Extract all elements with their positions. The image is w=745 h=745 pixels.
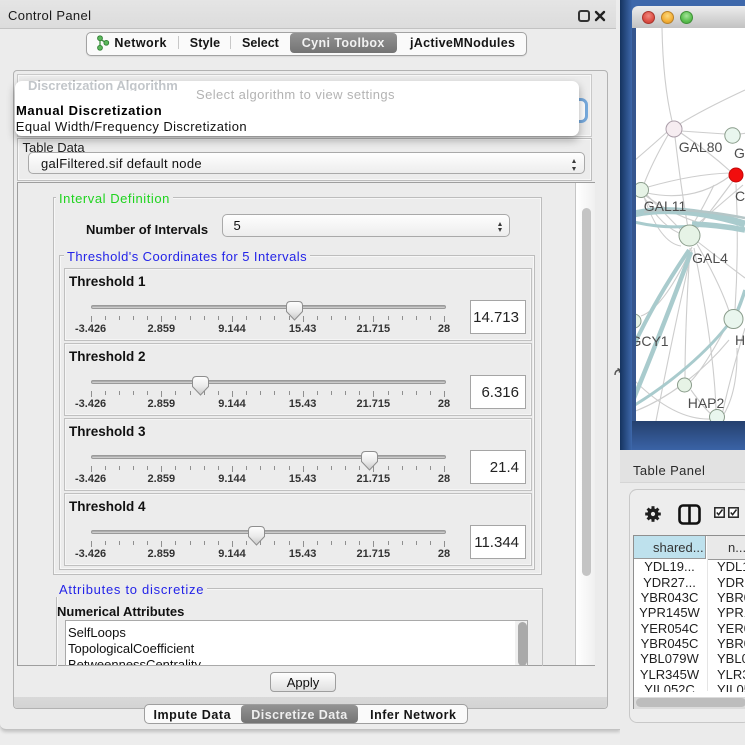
- svg-text:GCY1: GCY1: [636, 333, 669, 349]
- svg-text:GAL4: GAL4: [692, 250, 728, 266]
- svg-text:C: C: [735, 188, 745, 204]
- svg-text:GAL11: GAL11: [644, 198, 687, 214]
- svg-text:HAP2: HAP2: [688, 395, 725, 411]
- svg-text:GA: GA: [734, 145, 745, 161]
- svg-text:H: H: [735, 332, 745, 348]
- svg-text:GAL80: GAL80: [679, 139, 723, 155]
